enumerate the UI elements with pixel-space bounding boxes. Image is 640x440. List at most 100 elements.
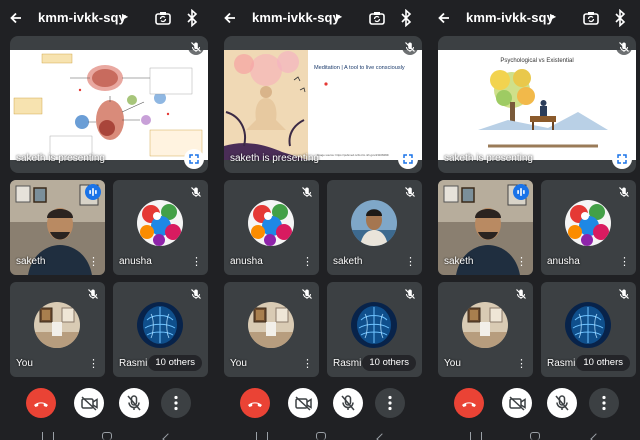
home-nav-icon[interactable] <box>530 432 540 440</box>
meet-panel: kmm-ivkk-sqy ▶ Meditation | A tool to live… <box>216 0 428 440</box>
caret-right-icon[interactable]: ▶ <box>336 12 342 21</box>
mic-off-icon <box>188 184 204 200</box>
mic-toggle-button[interactable] <box>119 388 149 418</box>
participant-tile[interactable]: saketh ⋮ <box>327 180 422 275</box>
presentation-tile[interactable]: saketh is presenting <box>10 36 208 173</box>
participant-tile[interactable]: Rasmi 10 others <box>541 282 636 377</box>
participant-tile[interactable]: anusha ⋮ <box>541 180 636 275</box>
top-bar: kmm-ivkk-sqy ▶ <box>430 0 640 36</box>
participant-tile[interactable]: You ⋮ <box>438 282 533 377</box>
audio-level-icon <box>85 184 101 200</box>
more-vert-icon[interactable]: ⋮ <box>516 359 527 370</box>
switch-camera-icon[interactable] <box>368 9 386 27</box>
participant-tile[interactable]: You ⋮ <box>224 282 319 377</box>
more-vert-icon[interactable]: ⋮ <box>516 257 527 268</box>
shared-slide: Meditation | A tool to live consciously I… <box>224 50 422 160</box>
participant-name: You <box>230 358 247 369</box>
svg-text:Psychological vs Existential: Psychological vs Existential <box>500 58 573 64</box>
more-vert-icon[interactable]: ⋮ <box>191 257 202 268</box>
top-bar: kmm-ivkk-sqy ▶ <box>216 0 428 36</box>
call-controls <box>216 388 428 418</box>
mic-off-icon <box>85 286 101 302</box>
caret-right-icon[interactable]: ▶ <box>122 12 128 21</box>
avatar <box>248 302 294 348</box>
switch-camera-icon[interactable] <box>154 9 172 27</box>
participant-tile[interactable]: saketh ⋮ <box>10 180 105 275</box>
end-call-button[interactable] <box>454 388 484 418</box>
fullscreen-icon[interactable] <box>184 149 204 169</box>
call-controls <box>430 388 640 418</box>
more-vert-icon[interactable]: ⋮ <box>619 257 630 268</box>
camera-toggle-button[interactable] <box>74 388 104 418</box>
more-options-button[interactable] <box>161 388 191 418</box>
recents-nav-icon[interactable] <box>42 432 54 440</box>
android-nav-bar <box>2 430 214 440</box>
svg-text:Meditation | A tool to live co: Meditation | A tool to live consciously <box>314 65 405 71</box>
camera-toggle-button[interactable] <box>288 388 318 418</box>
meet-panel: kmm-ivkk-sqy ▶ saketh is presenting saketh ⋮… <box>2 0 214 440</box>
participant-name: anusha <box>119 256 152 267</box>
arrow-back-icon[interactable] <box>222 10 238 26</box>
meeting-code[interactable]: kmm-ivkk-sqy <box>38 10 126 25</box>
bluetooth-icon[interactable] <box>185 8 199 28</box>
more-vert-icon[interactable]: ⋮ <box>88 359 99 370</box>
more-options-button[interactable] <box>375 388 405 418</box>
recents-nav-icon[interactable] <box>256 432 268 440</box>
presentation-tile[interactable]: Psychological vs Existential saketh is pr… <box>438 36 636 173</box>
more-vert-icon[interactable]: ⋮ <box>302 257 313 268</box>
meeting-stage: kmm-ivkk-sqy ▶ saketh is presenting saketh ⋮… <box>0 0 640 440</box>
camera-toggle-button[interactable] <box>502 388 532 418</box>
participant-tile[interactable]: saketh ⋮ <box>438 180 533 275</box>
home-nav-icon[interactable] <box>102 432 112 440</box>
audio-level-icon <box>513 184 529 200</box>
arrow-back-icon[interactable] <box>8 10 24 26</box>
avatar <box>565 200 611 246</box>
presenting-label: saketh is presenting <box>444 153 533 164</box>
recents-nav-icon[interactable] <box>470 432 482 440</box>
android-nav-bar <box>216 430 428 440</box>
back-nav-icon[interactable] <box>162 433 174 440</box>
fullscreen-icon[interactable] <box>398 149 418 169</box>
arrow-back-icon[interactable] <box>436 10 452 26</box>
mic-toggle-button[interactable] <box>547 388 577 418</box>
meeting-code[interactable]: kmm-ivkk-sqy <box>252 10 340 25</box>
others-count-badge[interactable]: 10 others <box>148 355 202 371</box>
presenting-label: saketh is presenting <box>230 153 319 164</box>
participant-tile[interactable]: Rasmi 10 others <box>113 282 208 377</box>
others-count-badge[interactable]: 10 others <box>362 355 416 371</box>
shared-slide <box>10 50 208 160</box>
participant-tile[interactable]: You ⋮ <box>10 282 105 377</box>
mic-off-icon <box>299 184 315 200</box>
participant-tile[interactable]: Rasmi 10 others <box>327 282 422 377</box>
avatar <box>248 200 294 246</box>
mic-toggle-button[interactable] <box>333 388 363 418</box>
avatar <box>137 200 183 246</box>
fullscreen-icon[interactable] <box>612 149 632 169</box>
participant-tile[interactable]: anusha ⋮ <box>224 180 319 275</box>
mic-off-icon <box>402 184 418 200</box>
mic-off-icon <box>188 39 204 55</box>
bluetooth-icon[interactable] <box>613 8 627 28</box>
participant-tile[interactable]: anusha ⋮ <box>113 180 208 275</box>
meeting-code[interactable]: kmm-ivkk-sqy <box>466 10 554 25</box>
more-vert-icon[interactable]: ⋮ <box>88 257 99 268</box>
back-nav-icon[interactable] <box>590 433 602 440</box>
more-options-button[interactable] <box>589 388 619 418</box>
avatar <box>462 302 508 348</box>
caret-right-icon[interactable]: ▶ <box>550 12 556 21</box>
more-vert-icon[interactable]: ⋮ <box>302 359 313 370</box>
end-call-button[interactable] <box>240 388 270 418</box>
participant-name: Rasmi <box>547 358 576 369</box>
others-count-badge[interactable]: 10 others <box>576 355 630 371</box>
more-vert-icon[interactable]: ⋮ <box>405 257 416 268</box>
home-nav-icon[interactable] <box>316 432 326 440</box>
back-nav-icon[interactable] <box>376 433 388 440</box>
switch-camera-icon[interactable] <box>582 9 600 27</box>
mic-off-icon <box>616 184 632 200</box>
bluetooth-icon[interactable] <box>399 8 413 28</box>
mic-off-icon <box>188 286 204 302</box>
end-call-button[interactable] <box>26 388 56 418</box>
participant-name: Rasmi <box>119 358 148 369</box>
presentation-tile[interactable]: Meditation | A tool to live consciously I… <box>224 36 422 173</box>
avatar <box>565 302 611 348</box>
